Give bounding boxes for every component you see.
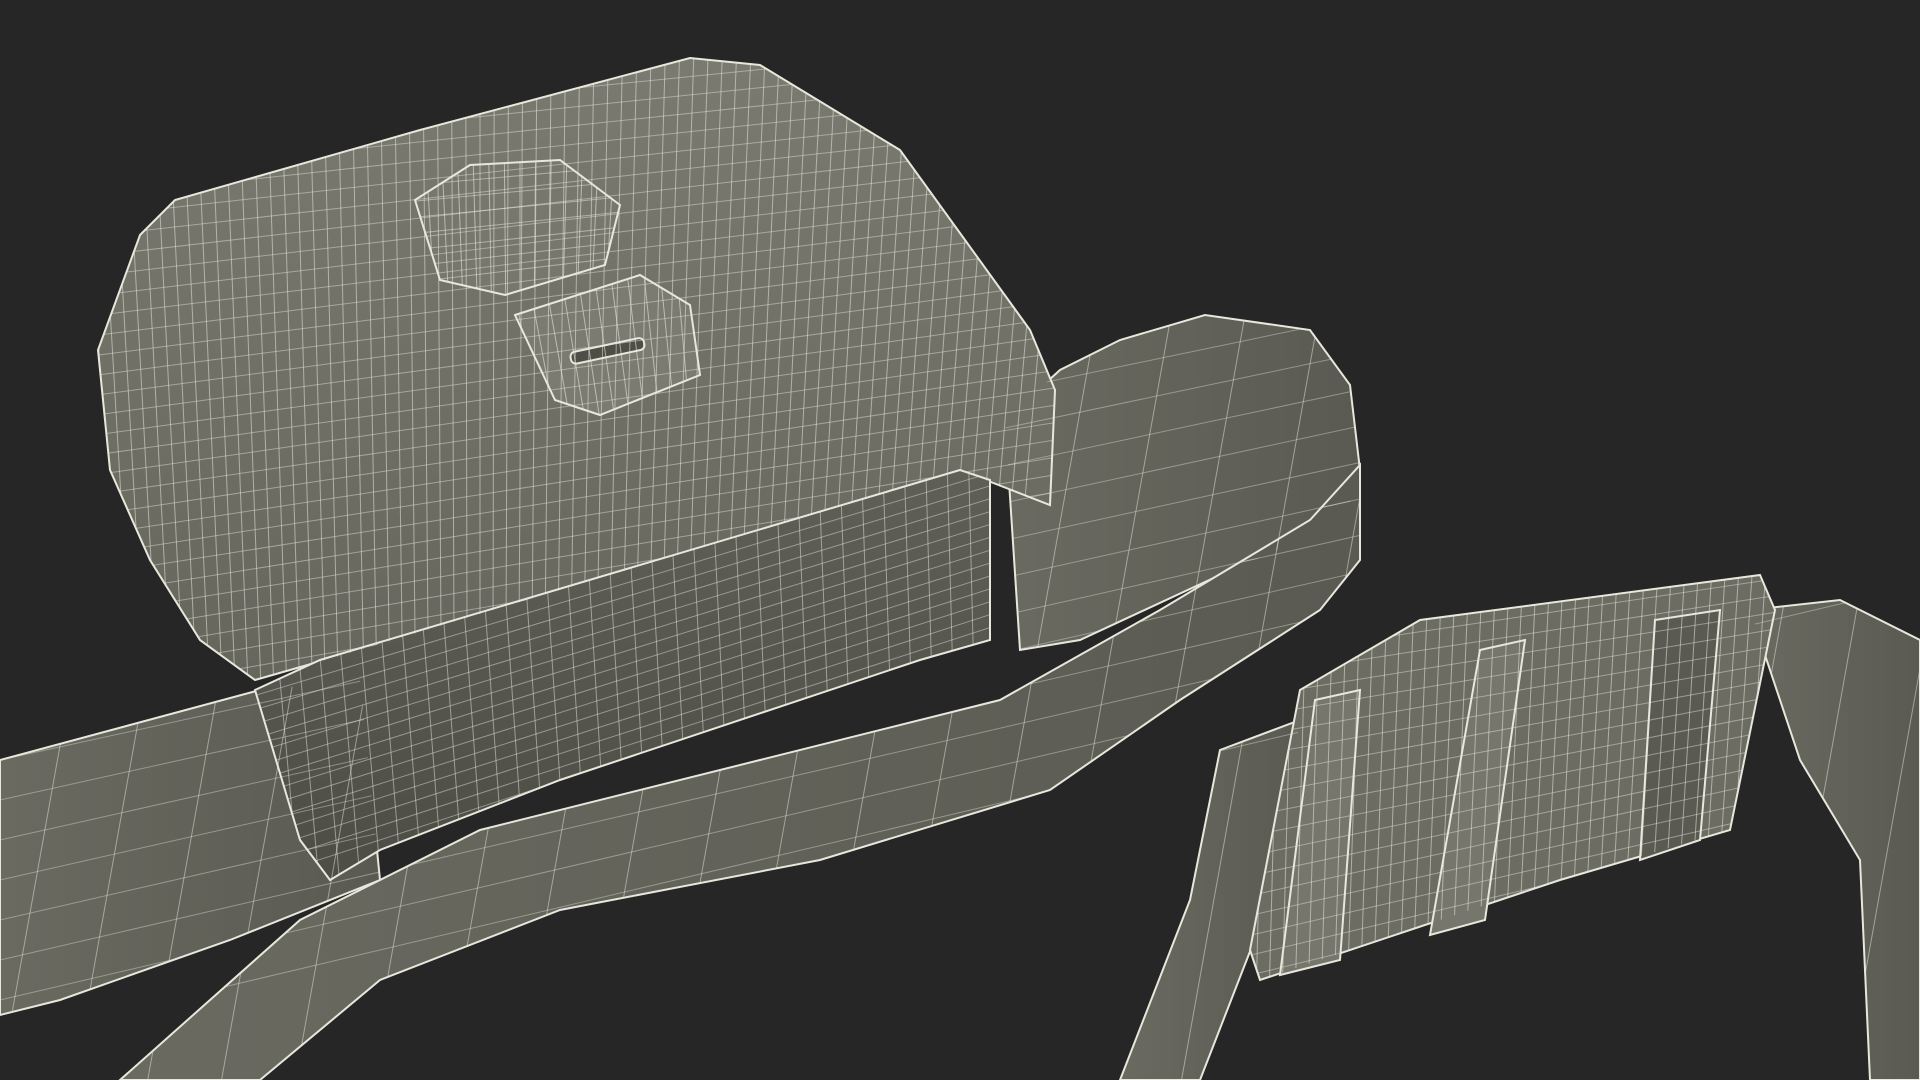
render-viewport: [0, 0, 1920, 1080]
wireframe-scene: [0, 56, 1920, 1080]
